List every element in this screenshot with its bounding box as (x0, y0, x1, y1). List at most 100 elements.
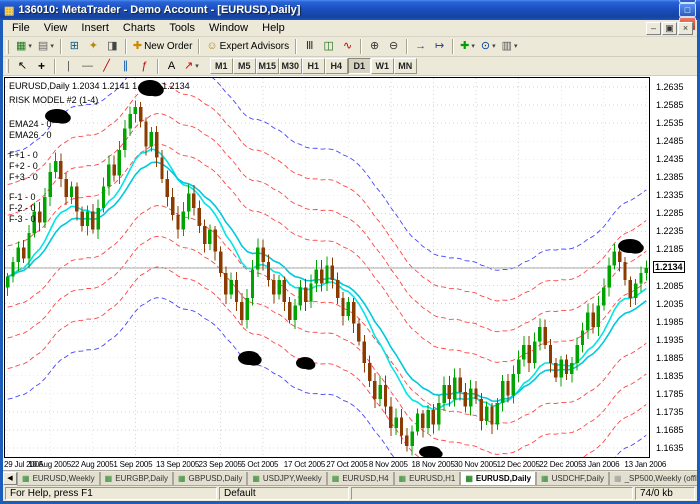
candle-body (192, 194, 195, 208)
navigator-button[interactable]: ✦ (84, 38, 103, 55)
cursor-button[interactable]: ↖ (13, 58, 32, 75)
chart-tab-eurusd-weekly[interactable]: ▦EURUSD,Weekly (17, 472, 100, 486)
dropdown-arrow-icon: ▾ (492, 43, 496, 50)
candle-body (251, 269, 254, 298)
date-tick-label: 8 Nov 2005 (369, 460, 408, 469)
timeframe-m5[interactable]: M5 (233, 58, 256, 74)
candle-body (235, 280, 238, 302)
timeframe-m15[interactable]: M15 (256, 58, 279, 74)
chart-tab-usdjpy-weekly[interactable]: ▦USDJPY,Weekly (247, 472, 326, 486)
chart-tab-gbpusd-daily[interactable]: ▦GBPUSD,Daily (173, 472, 247, 486)
timeframe-m1[interactable]: M1 (210, 58, 233, 74)
navigator-icon: ✦ (89, 41, 98, 52)
arrows-button[interactable]: ↗▾ (181, 58, 202, 75)
candle-body (341, 298, 344, 316)
expert-advisors-button[interactable]: ☺Expert Advisors (203, 38, 292, 55)
terminal-button[interactable]: ◨ (103, 38, 122, 55)
chart-tab-eurusd-daily[interactable]: ▦EURUSD,Daily (460, 472, 536, 486)
candle-body (309, 284, 312, 302)
menu-window[interactable]: Window (202, 21, 255, 35)
candle-body (490, 407, 493, 425)
new-order-button[interactable]: ✚New Order (130, 38, 196, 55)
candle-body (352, 302, 355, 324)
toolbar-separator (125, 39, 127, 54)
menu-view[interactable]: View (37, 21, 75, 35)
date-tick-label: 23 Sep 2005 (199, 460, 242, 469)
candle-body (261, 248, 264, 262)
candle-body (570, 363, 573, 374)
candlestick-chart-button[interactable]: ◫ (319, 38, 338, 55)
menu-file[interactable]: File (5, 21, 37, 35)
menu-tools[interactable]: Tools (162, 21, 202, 35)
market-watch-button[interactable]: ⊞ (65, 38, 84, 55)
child-restore-button[interactable]: ▣ (662, 22, 677, 35)
line-chart-button[interactable]: ∿ (338, 38, 357, 55)
chart-tab-eurgbp-daily[interactable]: ▦EURGBP,Daily (100, 472, 173, 486)
timeframe-w1[interactable]: W1 (371, 58, 394, 74)
timeframe-h4[interactable]: H4 (325, 58, 348, 74)
new-chart-button[interactable]: ▦▾ (13, 38, 35, 55)
vertical-line-button[interactable]: | (59, 58, 78, 75)
candle-body (623, 262, 626, 280)
metatrader-window: ▦ 136010: MetaTrader - Demo Account - [E… (0, 0, 700, 504)
candle-body (437, 403, 440, 425)
crosshair-button[interactable]: + (32, 58, 51, 75)
price-tick-label: 1.1635 (656, 443, 684, 453)
chart-tab-icon: ▦ (252, 474, 260, 483)
chart-plot-area[interactable]: EURUSD,Daily 1.2034 1.2141 1.2028 1.2134… (4, 77, 650, 458)
chart-tab-usdchf-daily[interactable]: ▦USDCHF,Daily (536, 472, 609, 486)
timeframe-mn[interactable]: MN (394, 58, 417, 74)
text-label-button[interactable]: A (162, 58, 181, 75)
menu-charts[interactable]: Charts (116, 21, 162, 35)
candle-body (645, 268, 648, 273)
ink-blob-annotation (147, 84, 164, 97)
chart-tab-eurusd-h4[interactable]: ▦EURUSD,H4 (327, 472, 394, 486)
vertical-line-icon: | (67, 61, 70, 72)
candle-body (469, 388, 472, 406)
bar-chart-button[interactable]: Ⅲ (300, 38, 319, 55)
candle-body (150, 132, 153, 146)
menu-help[interactable]: Help (255, 21, 292, 35)
candle-body (496, 403, 499, 425)
channel-button[interactable]: ∥ (116, 58, 135, 75)
candle-body (613, 251, 616, 265)
status-profile[interactable]: Default (219, 487, 349, 500)
child-close-button[interactable]: × (678, 22, 693, 35)
templates-button[interactable]: ▥▾ (499, 38, 521, 55)
candle-body (480, 399, 483, 421)
window-title: 136010: MetaTrader - Demo Account - [EUR… (18, 4, 673, 16)
menu-insert[interactable]: Insert (74, 21, 116, 35)
auto-scroll-button[interactable]: → (411, 38, 430, 55)
price-tick-label: 1.1685 (656, 425, 684, 435)
zoom-in-button[interactable]: ⊕ (365, 38, 384, 55)
horizontal-line-button[interactable]: — (78, 58, 97, 75)
indicators-button[interactable]: ✚▾ (457, 38, 478, 55)
candle-body (256, 248, 259, 270)
chart-tab-icon: ▦ (541, 474, 549, 483)
toolbar-separator (60, 39, 62, 54)
periods-button[interactable]: ⊙▾ (478, 38, 499, 55)
title-bar[interactable]: ▦ 136010: MetaTrader - Demo Account - [E… (0, 0, 700, 20)
timeframe-d1[interactable]: D1 (348, 58, 371, 74)
trendline-button[interactable]: ╱ (97, 58, 116, 75)
candle-body (91, 212, 94, 230)
text-label-icon: A (168, 61, 175, 72)
child-minimize-button[interactable]: – (646, 22, 661, 35)
standard-toolbar: ▦▾▤▾ ⊞ ✦ ◨ ✚New Order ☺Expert Advisors Ⅲ◫∿ ⊕⊖ →↦… (3, 37, 697, 57)
candle-body (347, 302, 350, 316)
candle-body (267, 262, 270, 280)
tab-scroll-left-button[interactable]: ◀ (3, 472, 17, 485)
maximize-button[interactable]: □ (679, 3, 696, 17)
fibonacci-button[interactable]: ƒ (135, 58, 154, 75)
candle-body (293, 305, 296, 319)
chart-tab--sp500-weekly-offline-[interactable]: ▦_SP500,Weekly (offline) (609, 472, 697, 486)
toolbar-grip[interactable] (6, 59, 9, 73)
candle-body (554, 363, 557, 377)
toolbar-grip[interactable] (6, 40, 9, 54)
chart-shift-button[interactable]: ↦ (430, 38, 449, 55)
timeframe-m30[interactable]: M30 (279, 58, 302, 74)
profiles-button[interactable]: ▤▾ (35, 38, 57, 55)
chart-tab-eurusd-h1[interactable]: ▦EURUSD,H1 (394, 472, 461, 486)
timeframe-h1[interactable]: H1 (302, 58, 325, 74)
zoom-out-button[interactable]: ⊖ (384, 38, 403, 55)
